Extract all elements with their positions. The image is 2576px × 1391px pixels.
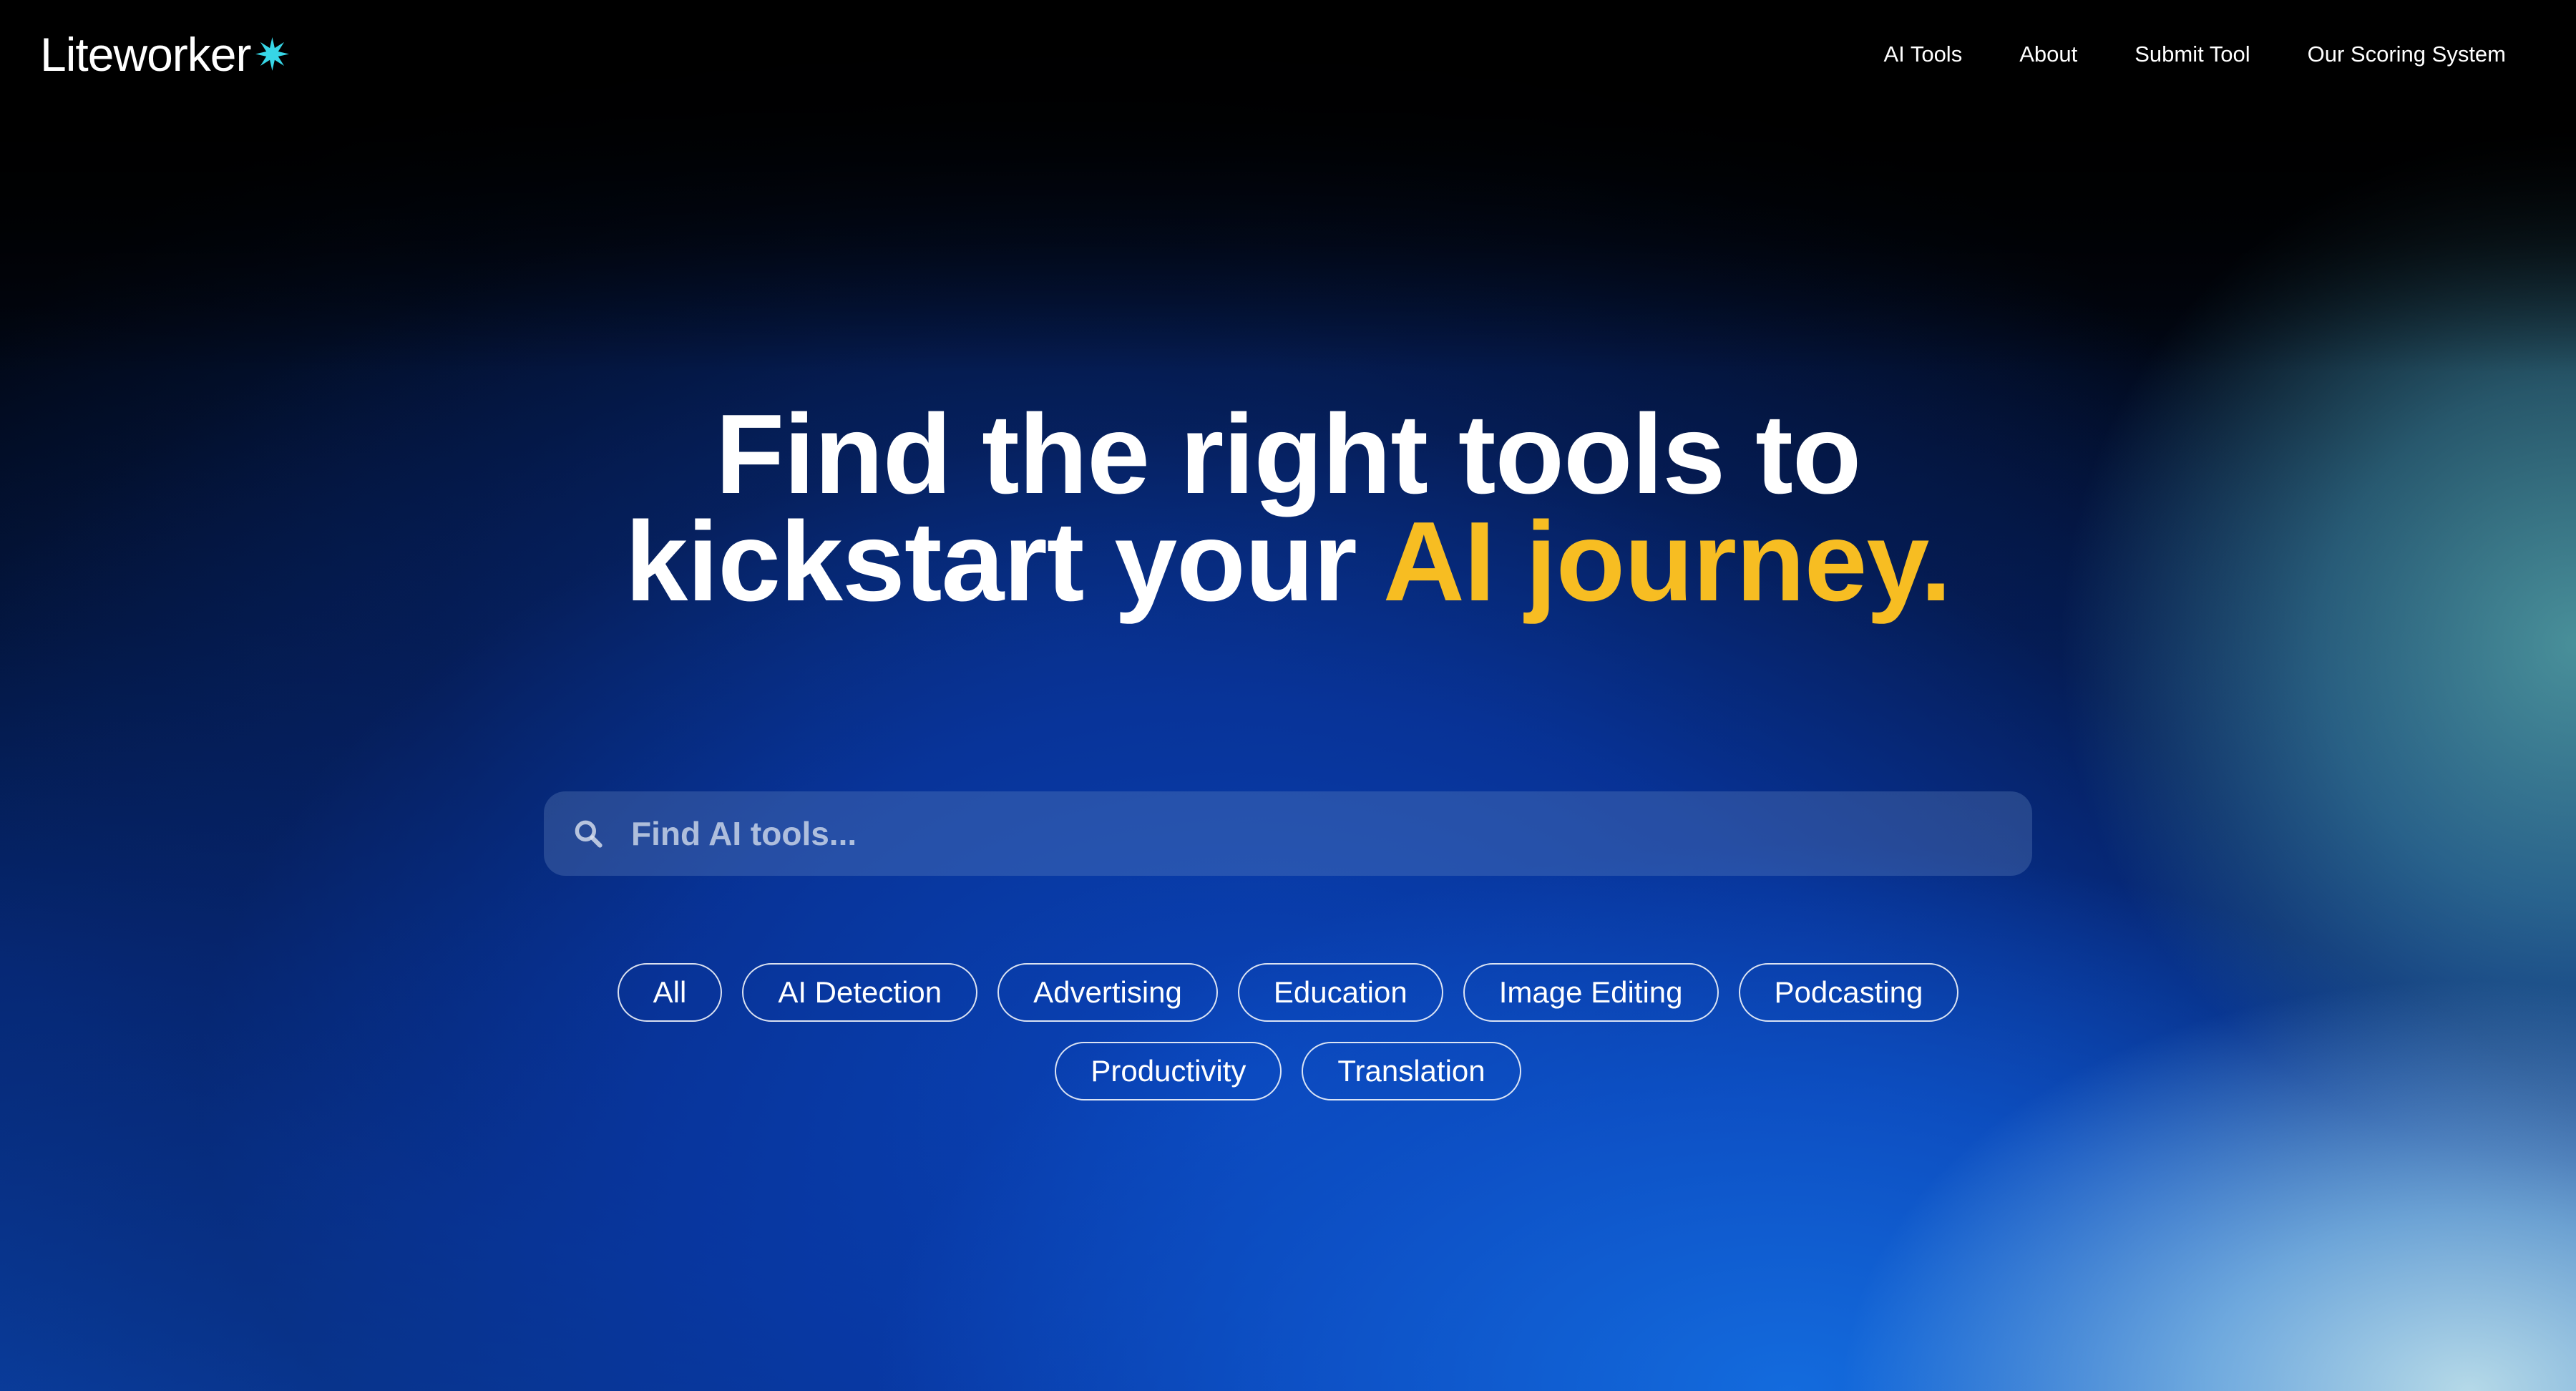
site-header: Liteworker ✷ AI Tools About Submit Tool … (0, 0, 2576, 114)
category-chip-all[interactable]: All (617, 963, 723, 1022)
gradient-background (0, 0, 2576, 1391)
category-chip-ai-detection[interactable]: AI Detection (742, 963, 978, 1022)
logo-wordmark: Liteworker (40, 28, 251, 81)
page: Liteworker ✷ AI Tools About Submit Tool … (0, 0, 2576, 1391)
category-chip-translation[interactable]: Translation (1302, 1042, 1521, 1100)
category-chip-image-editing[interactable]: Image Editing (1463, 963, 1719, 1022)
top-nav: AI Tools About Submit Tool Our Scoring S… (1883, 42, 2506, 67)
hero-line-2-prefix: kickstart your (625, 499, 1383, 625)
hero-headline: Find the right tools to kickstart your A… (0, 398, 2576, 618)
category-chip-advertising[interactable]: Advertising (997, 963, 1218, 1022)
search-bar[interactable] (544, 791, 2032, 876)
category-filters: All AI Detection Advertising Education I… (0, 963, 2576, 1121)
search-input[interactable] (630, 814, 2032, 854)
category-chip-productivity[interactable]: Productivity (1055, 1042, 1282, 1100)
nav-link-about[interactable]: About (2019, 42, 2077, 67)
nav-link-scoring-system[interactable]: Our Scoring System (2308, 42, 2506, 67)
nav-link-submit-tool[interactable]: Submit Tool (2135, 42, 2250, 67)
search-icon (575, 820, 602, 848)
category-row-1: All AI Detection Advertising Education I… (0, 963, 2576, 1022)
hero-section: Find the right tools to kickstart your A… (0, 398, 2576, 618)
category-chip-podcasting[interactable]: Podcasting (1738, 963, 1959, 1022)
logo[interactable]: Liteworker ✷ (40, 27, 291, 82)
hero-accent-text: AI journey. (1382, 499, 1952, 625)
category-chip-education[interactable]: Education (1237, 963, 1443, 1022)
nav-link-ai-tools[interactable]: AI Tools (1883, 42, 1962, 67)
category-row-2: Productivity Translation (0, 1042, 2576, 1100)
sparkle-star-icon: ✷ (253, 31, 291, 80)
